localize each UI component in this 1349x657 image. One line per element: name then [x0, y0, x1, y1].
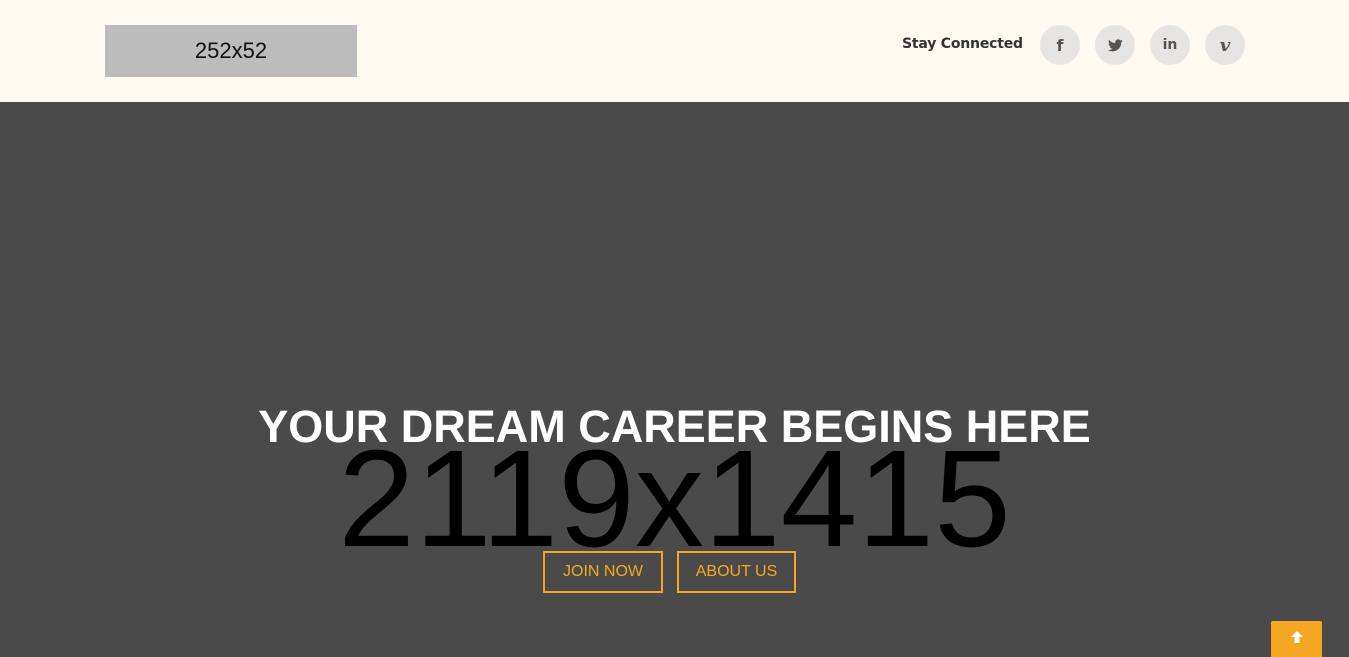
facebook-icon: f — [1056, 35, 1064, 55]
social-label: Stay Connected — [902, 36, 1023, 52]
logo[interactable]: 252x52 — [105, 25, 357, 77]
twitter-icon — [1107, 38, 1123, 52]
hero-section: 2119x1415 YOUR DREAM CAREER BEGINS HERE … — [0, 102, 1349, 657]
linkedin-button[interactable]: in — [1150, 25, 1190, 65]
site-header: 252x52 Stay Connected f in v — [0, 0, 1349, 102]
arrow-up-icon — [1290, 630, 1304, 649]
join-now-button[interactable]: JOIN NOW — [543, 551, 663, 593]
about-us-button[interactable]: ABOUT US — [677, 551, 796, 593]
twitter-button[interactable] — [1095, 25, 1135, 65]
hero-title: YOUR DREAM CAREER BEGINS HERE — [258, 401, 1091, 452]
vimeo-icon: v — [1219, 34, 1231, 56]
scroll-to-top-button[interactable] — [1271, 621, 1322, 657]
vimeo-button[interactable]: v — [1205, 25, 1245, 65]
linkedin-icon: in — [1162, 37, 1178, 53]
facebook-button[interactable]: f — [1040, 25, 1080, 65]
